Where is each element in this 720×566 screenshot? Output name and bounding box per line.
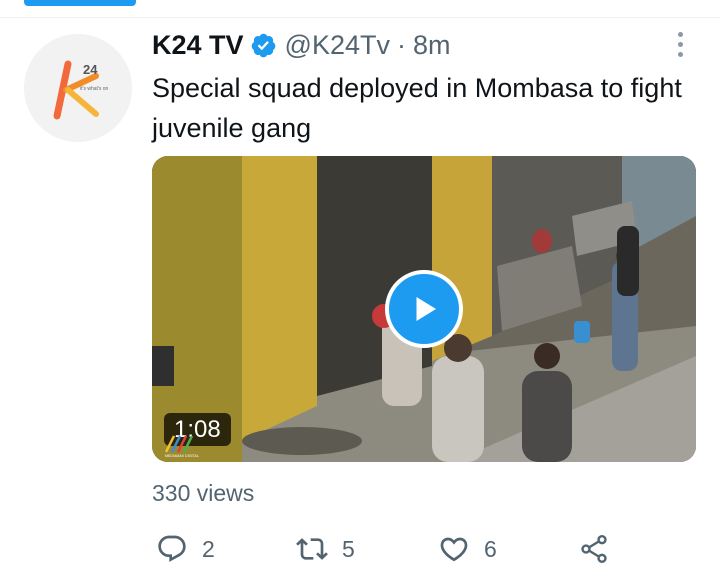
- play-button[interactable]: [385, 270, 463, 348]
- top-divider: [0, 17, 720, 18]
- video-duration-badge: 1:08: [164, 413, 231, 446]
- author-name[interactable]: K24 TV: [152, 30, 244, 61]
- reply-count: 2: [202, 535, 215, 562]
- share-button[interactable]: [578, 532, 610, 566]
- header-separator: ·: [397, 29, 406, 60]
- logo-number: 24: [83, 62, 98, 77]
- tweet-header: K24 TV @K24Tv · 8m: [152, 28, 451, 62]
- tweet-text: Special squad deployed in Mombasa to fig…: [152, 73, 682, 143]
- author-avatar[interactable]: 24 it's what's on: [24, 34, 132, 142]
- reply-button[interactable]: 2: [156, 532, 215, 566]
- play-icon: [416, 297, 436, 321]
- retweet-count: 5: [342, 535, 355, 562]
- like-button[interactable]: 6: [438, 532, 497, 566]
- k24-logo: 24 it's what's on: [24, 34, 132, 142]
- active-tab-indicator: [24, 0, 136, 6]
- verified-badge-icon: [251, 33, 275, 57]
- logo-tagline: it's what's on: [80, 86, 109, 92]
- more-options-icon[interactable]: [664, 28, 696, 60]
- retweet-icon: [296, 538, 328, 560]
- retweet-button[interactable]: 5: [296, 532, 355, 566]
- author-handle[interactable]: @K24Tv: [285, 30, 390, 61]
- reply-icon: [158, 535, 186, 562]
- tweet-timestamp[interactable]: 8m: [413, 30, 451, 61]
- like-icon: [440, 537, 468, 562]
- tweet-actions-bar: 2 5 6: [152, 532, 622, 566]
- video-player[interactable]: 1:08 MEDIAMAX DIGITAL: [152, 156, 696, 462]
- view-count: 330 views: [152, 480, 255, 506]
- share-icon: [581, 535, 607, 563]
- like-count: 6: [484, 535, 497, 562]
